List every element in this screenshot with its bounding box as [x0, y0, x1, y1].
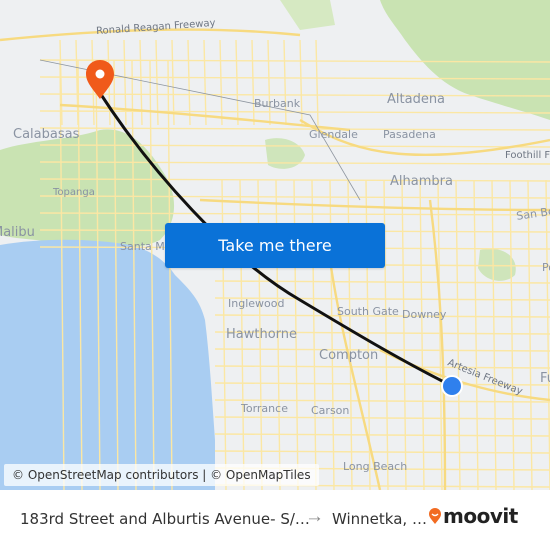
map[interactable]: Ronald Reagan Freeway Foothill Freeway A…	[0, 0, 550, 490]
street	[39, 127, 550, 131]
moovit-pin-icon	[429, 508, 441, 524]
park-north	[280, 0, 335, 30]
park-east	[478, 248, 516, 281]
place-label: Long Beach	[343, 460, 408, 473]
street	[123, 39, 127, 126]
place-label: Glendale	[309, 128, 358, 141]
road-label: Foothill Freeway	[505, 150, 550, 161]
place-label: Carson	[311, 404, 350, 417]
street	[214, 416, 550, 420]
arrow-right-icon: →	[305, 506, 324, 527]
street	[491, 179, 497, 490]
take-me-there-button[interactable]: Take me there	[165, 223, 385, 268]
place-label: Burbank	[254, 97, 301, 110]
street	[473, 179, 479, 490]
street	[545, 179, 550, 490]
street	[419, 179, 425, 490]
place-label: Malibu	[0, 225, 35, 240]
street	[214, 433, 550, 437]
place-label: Pasadena	[383, 128, 436, 141]
place-label: Pomona	[542, 261, 550, 274]
place-label: Calabasas	[13, 127, 80, 142]
street	[139, 39, 143, 126]
place-label: South Gate	[337, 305, 399, 318]
moovit-logo[interactable]: moovit	[428, 504, 518, 528]
place-label: Alhambra	[390, 174, 453, 189]
place-label: Topanga	[53, 187, 95, 198]
place-label: Compton	[319, 348, 379, 363]
place-label: Hawthorne	[226, 327, 298, 342]
street	[75, 39, 79, 126]
place-label: Fullerton	[540, 371, 550, 386]
place-label: Torrance	[241, 402, 288, 415]
street	[509, 179, 515, 490]
park-griffith	[265, 138, 305, 169]
street	[214, 450, 550, 454]
origin-name: 183rd Street and Alburtis Avenue- S/…	[20, 510, 310, 528]
street	[527, 179, 533, 490]
footer: 183rd Street and Alburtis Avenue- S/… → …	[0, 490, 550, 550]
street	[214, 365, 550, 369]
place-label: Inglewood	[228, 297, 285, 310]
place-label: Altadena	[387, 92, 446, 107]
street	[401, 179, 407, 490]
map-attribution[interactable]: © OpenStreetMap contributors | © OpenMap…	[4, 464, 319, 486]
street	[455, 179, 461, 490]
destination-name: Winnetka, …	[332, 510, 427, 528]
place-label: Downey	[402, 308, 447, 321]
ocean	[0, 239, 215, 490]
brand-name: moovit	[443, 504, 518, 528]
origin-marker-icon[interactable]	[441, 375, 463, 397]
street	[214, 280, 550, 284]
